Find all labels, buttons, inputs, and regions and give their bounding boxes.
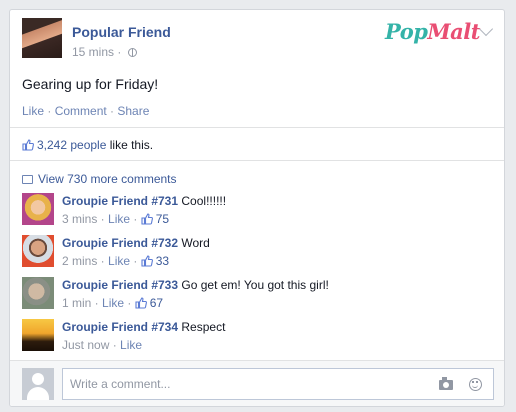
comment-text: Cool!!!!!! xyxy=(181,194,227,208)
commenter-name[interactable]: Groupie Friend #732 xyxy=(62,236,178,250)
meta-separator: · xyxy=(114,45,125,59)
comment-item: Groupie Friend #732 Word 2 mins · Like ·… xyxy=(22,235,492,271)
comment-text: Go get em! You got this girl! xyxy=(181,278,329,292)
post-meta: 15 mins · xyxy=(72,45,137,59)
post-actions: Like · Comment · Share xyxy=(22,104,150,118)
divider xyxy=(10,127,504,128)
commenter-name[interactable]: Groupie Friend #734 xyxy=(62,320,178,334)
comment-like-count[interactable]: 67 xyxy=(150,296,163,310)
comment-like-link[interactable]: Like xyxy=(108,212,130,226)
comment-input[interactable] xyxy=(62,368,494,400)
comment-like-link[interactable]: Like xyxy=(102,296,124,310)
comment-like-link[interactable]: Like xyxy=(108,254,130,268)
comment-text: Word xyxy=(181,236,210,250)
divider xyxy=(10,160,504,161)
author-name[interactable]: Popular Friend xyxy=(72,24,171,40)
comment-composer xyxy=(10,360,504,406)
post-card: Popular Friend 15 mins · PopMalt Gearing… xyxy=(9,9,505,407)
commenter-avatar[interactable] xyxy=(22,193,54,225)
commenter-avatar[interactable] xyxy=(22,319,54,351)
chevron-down-icon[interactable] xyxy=(478,21,494,37)
likes-summary: 3,242 people like this. xyxy=(22,138,153,152)
comment-item: Groupie Friend #733 Go get em! You got t… xyxy=(22,277,492,313)
view-more-label: View 730 more comments xyxy=(38,172,177,186)
brand-logo: PopMalt xyxy=(385,19,480,44)
share-link[interactable]: Share xyxy=(117,104,149,118)
comment-bubble-icon xyxy=(22,175,33,184)
comment-time[interactable]: 2 mins xyxy=(62,254,97,268)
post-text: Gearing up for Friday! xyxy=(22,76,159,92)
camera-icon[interactable] xyxy=(439,377,453,390)
commenter-avatar[interactable] xyxy=(22,235,54,267)
thumbs-up-icon xyxy=(135,297,147,309)
comment-like-count[interactable]: 33 xyxy=(156,254,169,268)
comment-time[interactable]: 1 min xyxy=(62,296,91,310)
comment-text: Respect xyxy=(181,320,226,334)
comment-link[interactable]: Comment xyxy=(55,104,107,118)
post-time[interactable]: 15 mins xyxy=(72,45,114,59)
author-avatar[interactable] xyxy=(22,18,62,58)
commenter-name[interactable]: Groupie Friend #731 xyxy=(62,194,178,208)
thumbs-up-icon xyxy=(141,255,153,267)
current-user-avatar xyxy=(22,368,54,400)
smiley-icon[interactable] xyxy=(469,378,482,391)
comment-time[interactable]: Just now xyxy=(62,338,109,352)
thumbs-up-icon xyxy=(22,139,34,151)
comment-item: Groupie Friend #731 Cool!!!!!! 3 mins · … xyxy=(22,193,492,229)
comment-like-count[interactable]: 75 xyxy=(156,212,169,226)
comment-time[interactable]: 3 mins xyxy=(62,212,97,226)
view-more-comments[interactable]: View 730 more comments xyxy=(22,172,177,186)
thumbs-up-icon xyxy=(141,213,153,225)
likes-suffix: like this. xyxy=(106,138,154,152)
comment-like-link[interactable]: Like xyxy=(120,338,142,352)
likes-count[interactable]: 3,242 people xyxy=(37,138,106,152)
commenter-avatar[interactable] xyxy=(22,277,54,309)
comment-item: Groupie Friend #734 Respect Just now · L… xyxy=(22,319,492,355)
globe-icon[interactable] xyxy=(127,48,137,57)
commenter-name[interactable]: Groupie Friend #733 xyxy=(62,278,178,292)
like-link[interactable]: Like xyxy=(22,104,44,118)
